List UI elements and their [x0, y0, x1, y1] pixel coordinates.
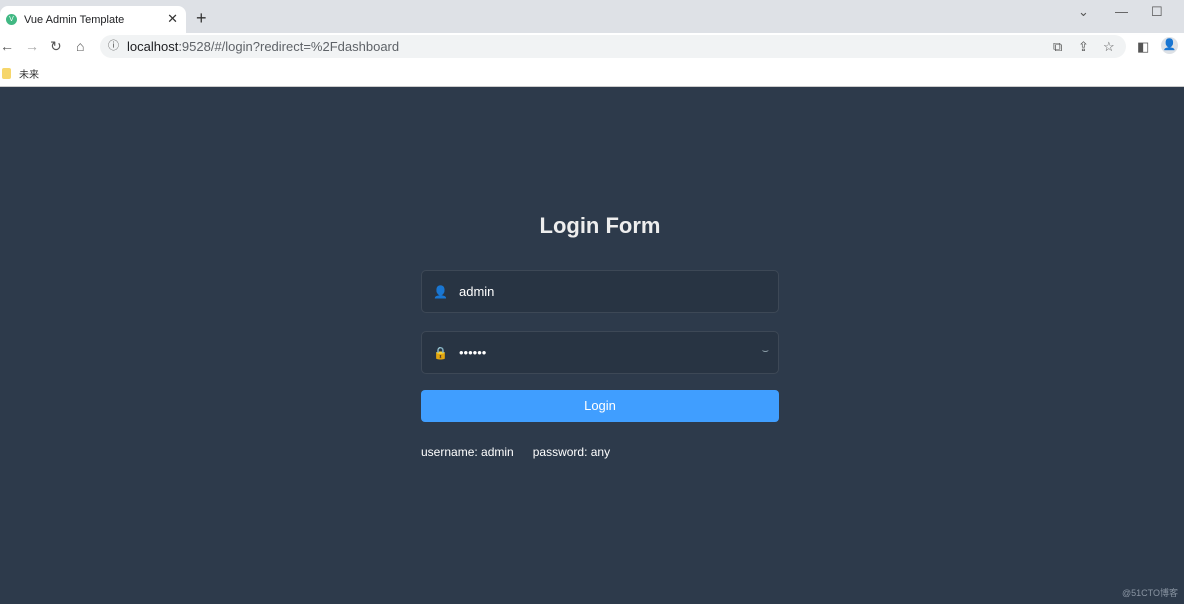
minimize-icon[interactable]: —	[1115, 4, 1128, 19]
username-input[interactable]: admin	[459, 284, 778, 299]
forward-icon[interactable]: →	[25, 38, 39, 54]
back-icon[interactable]: ←	[0, 38, 14, 54]
tip-username: username: admin	[421, 445, 514, 459]
folder-icon	[2, 68, 11, 79]
new-tab-icon[interactable]: +	[196, 8, 207, 29]
page-title: Login Form	[539, 213, 661, 238]
url-host: localhost	[127, 39, 179, 54]
reload-icon[interactable]: ↻	[50, 38, 62, 55]
vue-favicon-icon: V	[6, 14, 17, 25]
tab-title: Vue Admin Template	[24, 13, 125, 26]
translate-icon[interactable]: ⧉	[1053, 35, 1062, 58]
tip-password: password: any	[532, 445, 611, 459]
bookmarks-bar: 未来	[0, 61, 1184, 87]
star-icon[interactable]: ☆	[1103, 35, 1115, 58]
maximize-icon[interactable]: ☐	[1151, 4, 1163, 20]
watermark: @51CTO博客	[1122, 588, 1178, 598]
address-toolbar: ← → ↻ ⌂ ⓘ localhost:9528/#/login?redirec…	[0, 33, 1184, 61]
bookmark-item[interactable]: 未来	[19, 66, 39, 81]
close-tab-icon[interactable]: ✕	[167, 11, 178, 27]
info-icon[interactable]: ⓘ	[108, 35, 119, 58]
tab-bar: V Vue Admin Template ✕ + ⌄ — ☐	[0, 0, 1184, 33]
url-path: :9528/#/login?redirect=%2Fdashboard	[178, 39, 400, 54]
login-button[interactable]: Login	[421, 390, 779, 422]
profile-avatar-icon[interactable]: 👤	[1161, 37, 1178, 54]
home-icon[interactable]: ⌂	[76, 38, 84, 54]
browser-tab[interactable]: V Vue Admin Template ✕	[0, 6, 186, 33]
address-bar[interactable]: ⓘ localhost:9528/#/login?redirect=%2Fdas…	[100, 35, 1126, 58]
side-panel-icon[interactable]: ◧	[1137, 39, 1149, 55]
share-icon[interactable]: ⇪	[1078, 35, 1089, 58]
password-field[interactable]: 🔒 •••••• ⌣	[421, 331, 779, 374]
password-input[interactable]: ••••••	[459, 345, 778, 360]
username-field[interactable]: 👤 admin	[421, 270, 779, 313]
login-tips: username: admin password: any	[421, 445, 629, 459]
lock-icon: 🔒	[433, 345, 448, 360]
chevron-down-icon[interactable]: ⌄	[1078, 4, 1089, 20]
eye-closed-icon[interactable]: ⌣	[762, 345, 769, 358]
user-icon: 👤	[433, 284, 448, 299]
